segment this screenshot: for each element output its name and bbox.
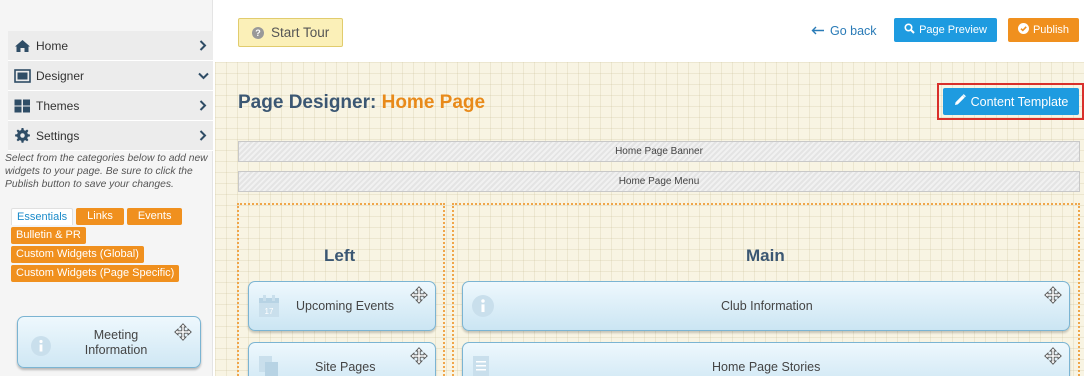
check-circle-icon: [1017, 23, 1033, 37]
page-preview-button[interactable]: Page Preview: [894, 18, 997, 42]
sidebar-item-settings[interactable]: Settings: [8, 121, 213, 151]
content-template-label: Content Template: [970, 94, 1069, 109]
page-title-page: Home Page: [381, 92, 486, 113]
chevron-right-icon: [193, 40, 213, 51]
move-icon[interactable]: [410, 286, 428, 309]
publish-button[interactable]: Publish: [1008, 18, 1079, 42]
sidebar-item-themes[interactable]: Themes: [8, 91, 213, 121]
move-icon[interactable]: [1044, 347, 1062, 370]
pencil-icon: [954, 94, 971, 109]
tab-essentials[interactable]: Essentials: [11, 208, 74, 225]
widget-club-information[interactable]: Club Information: [462, 281, 1070, 331]
svg-text:17: 17: [265, 307, 274, 316]
widget-site-pages[interactable]: Site Pages: [248, 342, 436, 376]
page-preview-label: Page Preview: [919, 24, 987, 36]
start-tour-button[interactable]: ? Start Tour: [238, 18, 343, 47]
tab-custom-widgets-page-specific[interactable]: Custom Widgets (Page Specific): [11, 265, 180, 282]
page-title-prefix: Page Designer:: [238, 92, 377, 113]
chevron-right-icon: [193, 100, 213, 111]
move-icon[interactable]: [410, 347, 428, 370]
document-icon: [472, 355, 490, 376]
sidebar-item-designer[interactable]: Designer: [8, 61, 213, 91]
search-icon: [904, 23, 919, 37]
pages-icon: [258, 355, 280, 376]
sidebar-item-label: Designer: [36, 68, 85, 83]
sidebar-item-label: Settings: [36, 128, 80, 143]
start-tour-label: Start Tour: [271, 25, 330, 40]
chevron-right-icon: [193, 130, 213, 141]
sidebar-item-home[interactable]: Home: [8, 31, 213, 61]
widget-category-tabs: Essentials Links Events Bulletin & PR Cu…: [11, 208, 211, 284]
widget-upcoming-events[interactable]: 17 Upcoming Events: [248, 281, 436, 331]
home-page-banner-region[interactable]: Home Page Banner: [238, 141, 1080, 162]
chevron-down-icon: [193, 72, 213, 80]
main-region-title: Main: [746, 246, 785, 265]
info-icon: [472, 295, 494, 322]
tab-events[interactable]: Events: [126, 208, 183, 225]
move-icon[interactable]: [174, 323, 192, 346]
widget-label: Club Information: [721, 299, 813, 313]
home-page-menu-region[interactable]: Home Page Menu: [238, 171, 1080, 192]
tab-links[interactable]: Links: [76, 208, 124, 225]
question-icon: ?: [252, 26, 264, 39]
go-back-link[interactable]: Go back: [811, 24, 877, 38]
calendar-icon: 17: [258, 294, 280, 323]
widget-label: Upcoming Events: [296, 299, 394, 313]
tab-bulletin-pr[interactable]: Bulletin & PR: [11, 227, 86, 244]
widget-label: Meeting Information: [84, 328, 148, 357]
move-icon[interactable]: [1044, 286, 1062, 309]
sidebar: Home Designer Themes Settings Select fro…: [0, 0, 213, 376]
widget-label: Site Pages: [315, 360, 376, 374]
arrow-left-icon: [811, 24, 825, 38]
widget-home-page-stories[interactable]: Home Page Stories: [462, 342, 1070, 376]
designer-icon: [13, 68, 31, 83]
sidebar-item-label: Home: [36, 38, 69, 53]
sidebar-item-label: Themes: [36, 98, 80, 113]
themes-icon: [13, 99, 31, 113]
page-title: Page Designer: Home Page: [238, 92, 485, 114]
tab-custom-widgets-global[interactable]: Custom Widgets (Global): [11, 246, 144, 263]
home-icon: [13, 39, 31, 53]
go-back-label: Go back: [830, 24, 877, 38]
gear-icon: [13, 128, 31, 143]
content-template-button[interactable]: Content Template: [943, 88, 1079, 115]
widget-label: Home Page Stories: [712, 360, 821, 374]
publish-label: Publish: [1032, 24, 1070, 36]
available-widget-meeting-information[interactable]: Meeting Information: [17, 316, 201, 368]
sidebar-help-text: Select from the categories below to add …: [5, 153, 208, 190]
info-icon: [31, 336, 51, 361]
sidebar-menu: Home Designer Themes Settings: [8, 31, 213, 151]
left-region-title: Left: [324, 246, 356, 265]
